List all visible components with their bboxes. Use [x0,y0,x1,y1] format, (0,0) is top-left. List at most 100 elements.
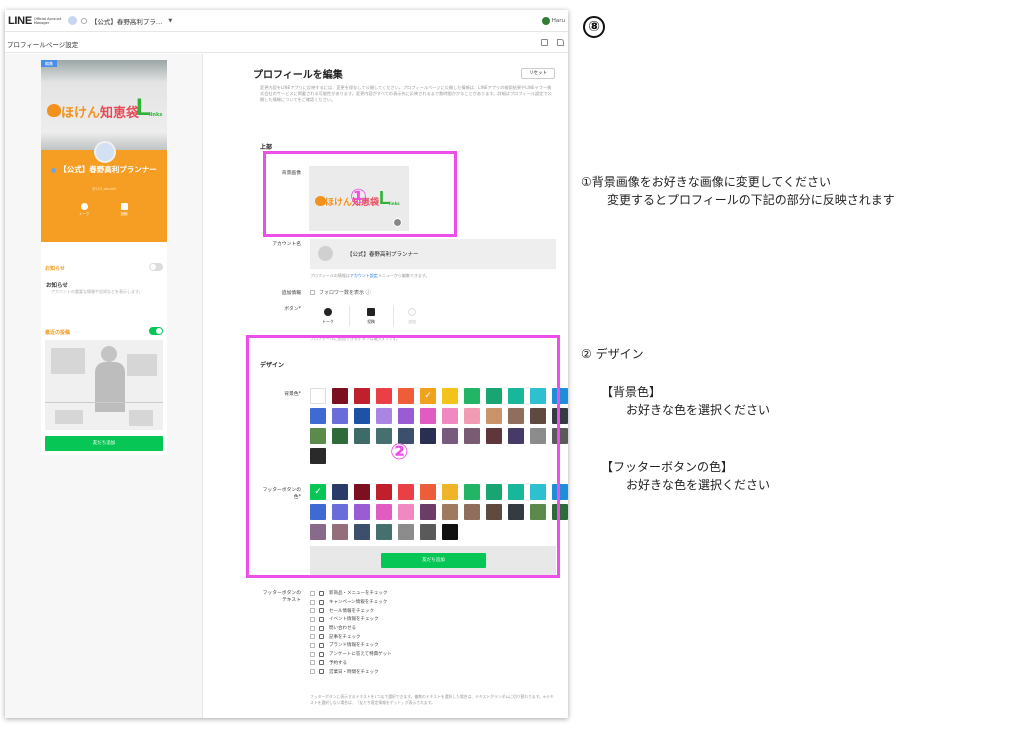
recent-posts-section: 最近の投稿 友だち追加 [41,324,167,454]
show-followers-checkbox[interactable] [310,290,315,295]
footer-text-checkbox[interactable] [310,608,315,614]
preview-post-label: 投稿 [120,212,128,216]
add-button-option[interactable]: 追加 [397,308,427,325]
preview-avatar [94,141,116,163]
footer-text-option[interactable]: 予約する [310,659,556,668]
plus-icon [408,308,416,316]
chat-icon [80,203,88,210]
recent-posts-toggle[interactable] [149,327,163,335]
footer-text-icon [319,590,324,596]
show-followers-option[interactable]: フォロワー数を表示 ⓘ [310,289,371,296]
notice-section: お知らせ お知らせ アカウントの重要な情報や告知などを表示します。 [41,260,167,310]
note-2: ② デザイン [581,347,644,361]
footer-text-label: セール情報をチェック [329,608,374,614]
post-button-option[interactable]: 投稿 [356,308,386,325]
divider [349,306,350,326]
footer-text-icon [319,616,324,622]
extra-info-label: 追加情報 [281,291,301,296]
user-menu[interactable]: Haru [541,17,565,25]
note-3-body: お好きな色を選択ください [626,403,771,417]
footer-text-checkbox[interactable] [310,590,315,596]
footer-text-checkbox[interactable] [310,616,315,622]
chevron-down-icon[interactable]: ▼ [168,18,172,24]
post-icon [367,308,375,316]
mark-1: ① [350,184,367,208]
footer-text-checkbox[interactable] [310,625,315,631]
footer-text-label: 問い合わせる [329,626,356,632]
preview-background-image: ほけん知恵袋 L links [41,60,167,150]
show-followers-label: フォロワー数を表示 ⓘ [319,290,371,296]
reset-button[interactable]: リセット [521,68,555,79]
mascot-icon [47,104,61,117]
preview-add-friend-button[interactable]: 友だち追加 [45,436,163,451]
footer-text-option[interactable]: イベント情報をチェック [310,615,556,624]
illustration-person-body [95,362,125,412]
footer-text-checkbox[interactable] [310,599,315,605]
preview-post-button[interactable]: 投稿 [114,203,134,217]
post-icon [120,203,128,210]
footer-text-label: 新商品・メニューをチェック [329,591,388,597]
footer-text-options: 新商品・メニューをチェック キャンペーン情報をチェック セール情報をチェック イベント… [310,589,556,676]
logo-links: links [149,112,163,118]
footer-text-option[interactable]: セール情報をチェック [310,606,556,615]
notice-title: お知らせ [46,283,68,289]
footer-text-checkbox[interactable] [310,642,315,648]
name-note-text-end: メニューから編集できます。 [377,273,430,278]
step-badge: ⑧ [583,16,605,38]
line-logo: LINE [8,14,32,27]
external-link-icon[interactable] [557,39,564,46]
preview-talk-button[interactable]: トーク [74,203,94,217]
account-name-avatar [318,246,333,261]
screenshot-window: LINE Official Account Manager 【公式】春野高利プラ… [5,10,568,718]
footer-text-icon [319,599,324,605]
user-name[interactable]: Haru [552,18,565,24]
footer-text-icon [319,608,324,614]
footer-text-option[interactable]: 問い合わせる [310,624,556,633]
illustration-frame [51,348,85,374]
footer-text-label: ブランド情報をチェック [329,643,379,649]
section-top-heading: 上部 [260,144,273,151]
footer-text-option[interactable]: ブランド情報をチェック [310,641,556,650]
mark-2: ② [390,440,409,465]
footer-text-checkbox[interactable] [310,660,315,666]
page-header: プロフィールページ設定 [5,33,568,53]
account-name-field: 【公式】春野高利プランナー [310,239,556,269]
footer-text-option[interactable]: 記事をチェック [310,632,556,641]
logo-text-main: ほけん [61,106,101,121]
footer-text-option[interactable]: アンケートに答えて特典ゲット [310,650,556,659]
account-settings-link[interactable]: アカウント設定 [350,273,378,278]
user-avatar[interactable] [541,17,550,25]
footer-text-checkbox[interactable] [310,669,315,675]
edit-tag[interactable]: 編集 [41,60,57,67]
illustration-desk-line [45,402,163,403]
footer-text-option[interactable]: キャンペーン情報をチェック [310,598,556,607]
divider [393,306,394,326]
note-4-body: お好きな色を選択ください [626,478,771,492]
footer-text-note: フッターボタンに表示するテキストを1つまで選択できます。複数のテキストを選択した… [310,694,554,705]
footer-text-icon [319,651,324,657]
footer-text-checkbox[interactable] [310,634,315,640]
account-switcher[interactable]: 【公式】春野高利プラ… [91,16,163,26]
footer-text-icon [319,660,324,666]
add-option-label: 追加 [408,319,416,324]
post-option-label: 投稿 [367,319,375,324]
post-illustration [45,340,163,430]
footer-text-option[interactable]: 営業日・時間をチェック [310,667,556,676]
illustration-box [129,410,153,426]
footer-text-label: キャンペーン情報をチェック [329,600,388,606]
account-name-label: アカウント名 [272,242,301,247]
preview-account-id: @123_abcdef [92,187,116,191]
footer-text-checkbox[interactable] [310,651,315,657]
account-avatar[interactable] [67,16,77,25]
note-3-heading: 【背景色】 [601,385,662,399]
edit-description: 変更内容をLINEアプリに反映するには、変更を保存して公開してください。プロフィ… [260,85,552,102]
illustration-shelf [55,410,83,424]
illustration-person-head [101,346,117,362]
page-title: プロフィールページ設定 [7,41,79,49]
logo-text-accent: 知恵袋 [100,106,140,121]
preview-icon[interactable] [541,39,548,46]
notice-toggle[interactable] [149,263,163,271]
footer-text-option[interactable]: 新商品・メニューをチェック [310,589,556,598]
talk-option-label: トーク [322,319,334,324]
talk-button-option[interactable]: トーク [313,308,343,325]
